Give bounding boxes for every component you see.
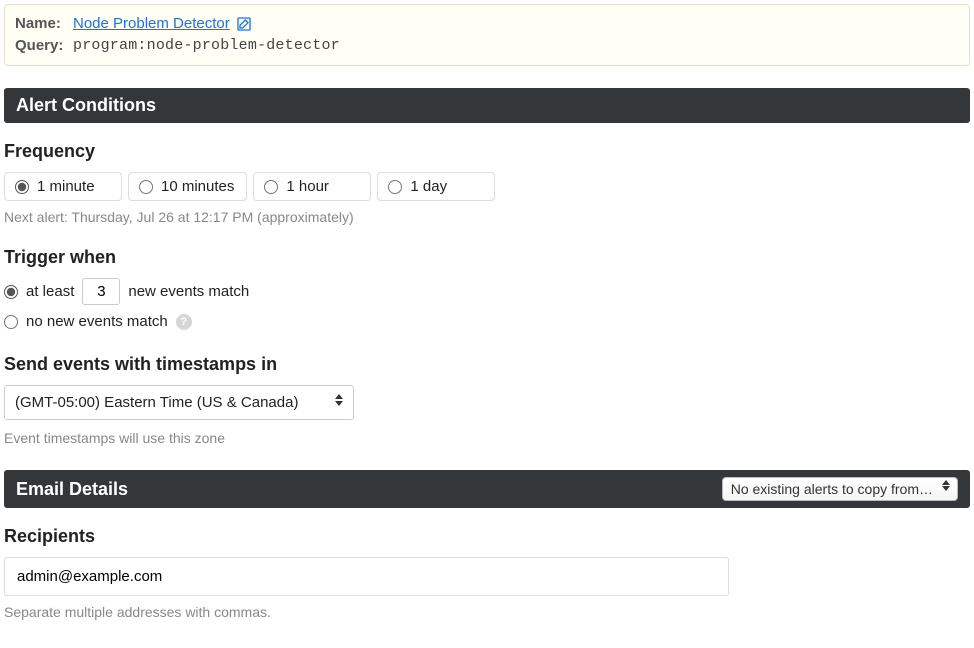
recipients-input[interactable] — [4, 557, 729, 596]
copy-from-placeholder: No existing alerts to copy from… — [731, 481, 933, 497]
trigger-at-least-suffix: new events match — [128, 283, 249, 300]
help-icon[interactable]: ? — [176, 314, 192, 330]
email-details-header: Email Details No existing alerts to copy… — [4, 470, 970, 508]
recipients-note: Separate multiple addresses with commas. — [4, 604, 970, 620]
trigger-radio-at-least[interactable] — [4, 285, 18, 299]
frequency-option-label: 1 minute — [37, 178, 95, 195]
email-details-title: Email Details — [16, 479, 128, 500]
name-label: Name: — [15, 13, 73, 35]
frequency-option-label: 1 day — [410, 178, 447, 195]
alert-conditions-header: Alert Conditions — [4, 88, 970, 123]
trigger-no-new-label: no new events match — [26, 313, 168, 330]
copy-from-select[interactable]: No existing alerts to copy from… — [722, 477, 958, 501]
frequency-radio-1-minute[interactable] — [15, 180, 29, 194]
frequency-option-1-minute[interactable]: 1 minute — [4, 172, 122, 201]
alert-conditions-title: Alert Conditions — [16, 95, 156, 116]
trigger-no-new-row: no new events match ? — [4, 313, 970, 330]
timezone-note: Event timestamps will use this zone — [4, 430, 970, 446]
frequency-option-label: 1 hour — [286, 178, 329, 195]
frequency-option-1-day[interactable]: 1 day — [377, 172, 495, 201]
timezone-heading: Send events with timestamps in — [4, 354, 970, 375]
query-label: Query: — [15, 35, 73, 57]
query-value: program:node-problem-detector — [73, 35, 340, 57]
trigger-count-input[interactable] — [82, 278, 120, 305]
frequency-radio-10-minutes[interactable] — [139, 180, 153, 194]
trigger-heading: Trigger when — [4, 247, 970, 268]
alert-name-link[interactable]: Node Problem Detector — [73, 13, 230, 35]
query-info-box: Name: Node Problem Detector Query: progr… — [4, 4, 970, 66]
frequency-option-label: 10 minutes — [161, 178, 234, 195]
frequency-radio-1-day[interactable] — [388, 180, 402, 194]
edit-icon[interactable] — [236, 16, 252, 32]
next-alert-note: Next alert: Thursday, Jul 26 at 12:17 PM… — [4, 209, 970, 225]
trigger-at-least-prefix: at least — [26, 283, 74, 300]
timezone-value: (GMT-05:00) Eastern Time (US & Canada) — [15, 394, 298, 411]
frequency-heading: Frequency — [4, 141, 970, 162]
frequency-option-10-minutes[interactable]: 10 minutes — [128, 172, 247, 201]
timezone-select[interactable]: (GMT-05:00) Eastern Time (US & Canada) — [4, 385, 354, 420]
frequency-options: 1 minute 10 minutes 1 hour 1 day — [4, 172, 970, 201]
frequency-option-1-hour[interactable]: 1 hour — [253, 172, 371, 201]
trigger-at-least-row: at least new events match — [4, 278, 970, 305]
trigger-radio-no-new[interactable] — [4, 315, 18, 329]
frequency-radio-1-hour[interactable] — [264, 180, 278, 194]
recipients-heading: Recipients — [4, 526, 970, 547]
